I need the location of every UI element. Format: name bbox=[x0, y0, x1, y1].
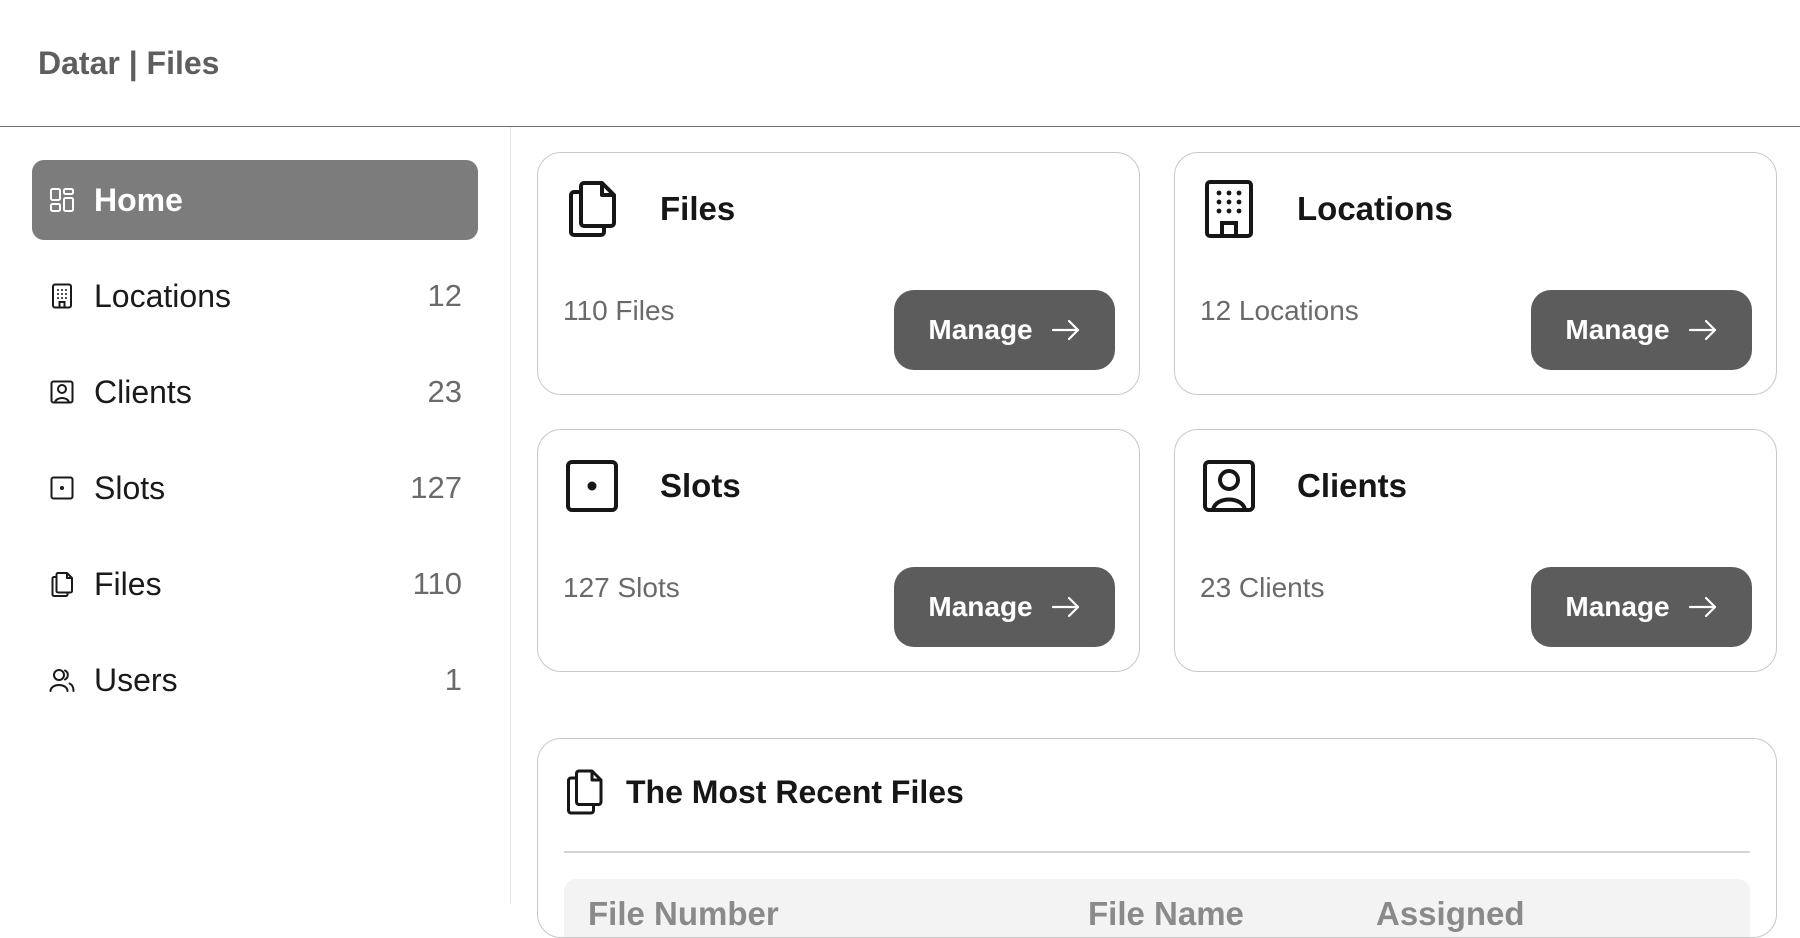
card-count: 23 Clients bbox=[1200, 572, 1325, 604]
arrow-right-icon bbox=[1051, 595, 1081, 619]
button-label: Manage bbox=[928, 591, 1032, 623]
table-header: File Number File Name Assigned bbox=[564, 879, 1750, 938]
sidebar-item-files[interactable]: Files 110 bbox=[32, 544, 478, 624]
person-badge-icon bbox=[1201, 456, 1257, 516]
card-title: Files bbox=[660, 190, 735, 228]
building-icon bbox=[48, 282, 76, 310]
sidebar-item-count: 23 bbox=[428, 374, 462, 410]
files-icon bbox=[564, 179, 620, 239]
building-icon bbox=[1201, 179, 1257, 239]
sidebar-item-label: Files bbox=[94, 566, 413, 603]
sidebar-item-label: Locations bbox=[94, 278, 428, 315]
sidebar-item-count: 127 bbox=[410, 470, 462, 506]
manage-locations-button[interactable]: Manage bbox=[1531, 290, 1752, 370]
files-card: Files 110 Files Manage bbox=[537, 152, 1140, 395]
main-content: Files 110 Files Manage bbox=[537, 152, 1777, 938]
sidebar-item-count: 12 bbox=[428, 278, 462, 314]
slots-card: Slots 127 Slots Manage bbox=[537, 429, 1140, 672]
manage-clients-button[interactable]: Manage bbox=[1531, 567, 1752, 647]
sidebar-item-label: Slots bbox=[94, 470, 410, 507]
sidebar-item-home[interactable]: Home bbox=[32, 160, 478, 240]
files-icon bbox=[564, 768, 604, 816]
square-dot-icon bbox=[564, 456, 620, 516]
card-count: 127 Slots bbox=[563, 572, 680, 604]
manage-files-button[interactable]: Manage bbox=[894, 290, 1115, 370]
column-header-file-number[interactable]: File Number bbox=[588, 895, 1088, 933]
sidebar-item-count: 1 bbox=[445, 662, 462, 698]
clients-card: Clients 23 Clients Manage bbox=[1174, 429, 1777, 672]
card-title: Slots bbox=[660, 467, 741, 505]
sidebar-item-label: Home bbox=[94, 182, 462, 219]
sidebar-item-slots[interactable]: Slots 127 bbox=[32, 448, 478, 528]
sidebar-item-label: Clients bbox=[94, 374, 428, 411]
arrow-right-icon bbox=[1051, 318, 1081, 342]
recent-files-title: The Most Recent Files bbox=[626, 774, 964, 811]
card-count: 12 Locations bbox=[1200, 295, 1359, 327]
card-count: 110 Files bbox=[563, 295, 675, 327]
sidebar-item-clients[interactable]: Clients 23 bbox=[32, 352, 478, 432]
button-label: Manage bbox=[1565, 591, 1669, 623]
summary-cards: Files 110 Files Manage bbox=[537, 152, 1777, 672]
card-title: Clients bbox=[1297, 467, 1407, 505]
sidebar: Home Locations 12 bbox=[0, 127, 511, 904]
square-dot-icon bbox=[48, 474, 76, 502]
manage-slots-button[interactable]: Manage bbox=[894, 567, 1115, 647]
locations-card: Locations 12 Locations Manage bbox=[1174, 152, 1777, 395]
sidebar-item-locations[interactable]: Locations 12 bbox=[32, 256, 478, 336]
arrow-right-icon bbox=[1688, 318, 1718, 342]
column-header-assigned[interactable]: Assigned bbox=[1376, 895, 1525, 933]
column-header-file-name[interactable]: File Name bbox=[1088, 895, 1376, 933]
sidebar-item-label: Users bbox=[94, 662, 445, 699]
users-icon bbox=[48, 666, 76, 694]
files-icon bbox=[48, 570, 76, 598]
divider bbox=[564, 851, 1750, 853]
arrow-right-icon bbox=[1688, 595, 1718, 619]
top-bar: Datar | Files bbox=[0, 0, 1800, 127]
button-label: Manage bbox=[1565, 314, 1669, 346]
recent-files-panel: The Most Recent Files File Number File N… bbox=[537, 738, 1777, 938]
card-title: Locations bbox=[1297, 190, 1453, 228]
app-title: Datar | Files bbox=[38, 45, 219, 82]
button-label: Manage bbox=[928, 314, 1032, 346]
person-badge-icon bbox=[48, 378, 76, 406]
dashboard-icon bbox=[48, 186, 76, 214]
sidebar-item-count: 110 bbox=[413, 566, 462, 602]
sidebar-item-users[interactable]: Users 1 bbox=[32, 640, 478, 720]
